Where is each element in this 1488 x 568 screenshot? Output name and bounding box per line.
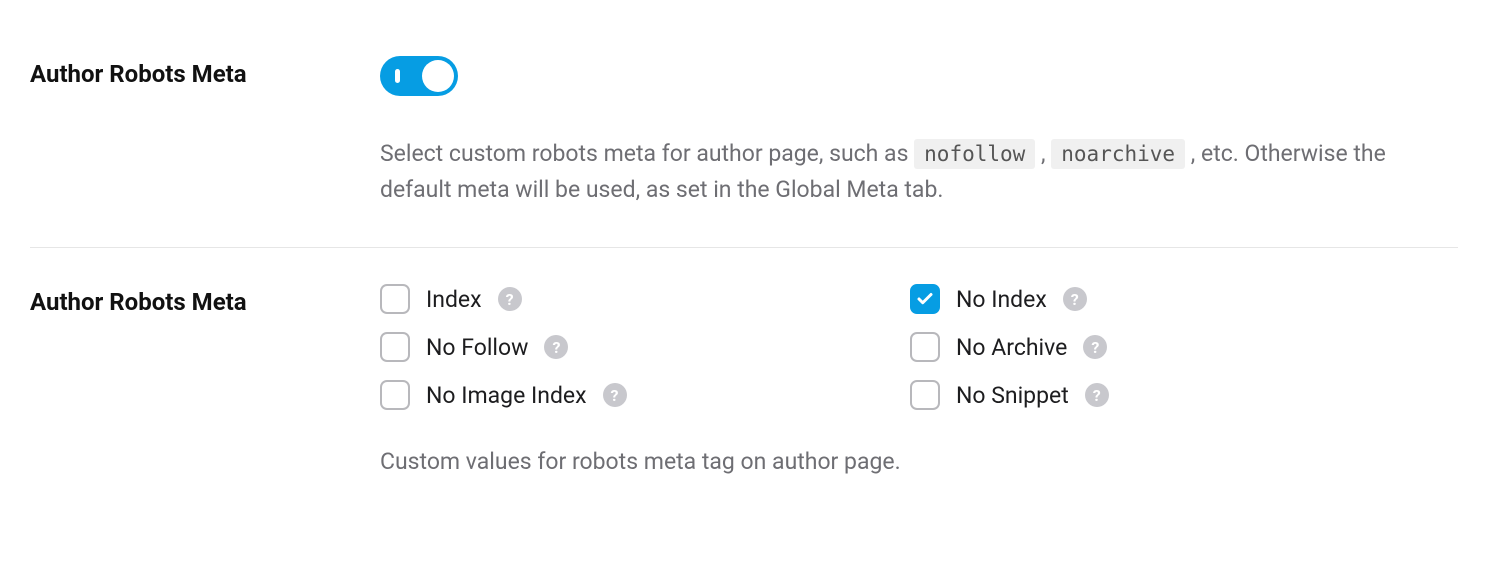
checkbox-label: No Image Index — [426, 382, 587, 409]
help-icon[interactable]: ? — [603, 383, 627, 407]
section-label-col: Author Robots Meta — [30, 56, 380, 88]
checkbox-grid: Index ? No Index ? No Follow ? — [380, 284, 1418, 410]
checkbox-label: No Snippet — [956, 382, 1069, 409]
section-content: Select custom robots meta for author pag… — [380, 56, 1458, 207]
check-icon — [916, 290, 934, 308]
code-noarchive: noarchive — [1051, 139, 1185, 169]
checkbox-label: No Follow — [426, 334, 528, 361]
checkbox-label: No Index — [956, 286, 1047, 313]
section-label-col: Author Robots Meta — [30, 284, 380, 316]
checkbox-box — [380, 284, 410, 314]
checkbox-item-no-snippet[interactable]: No Snippet ? — [910, 380, 1418, 410]
code-nofollow: nofollow — [914, 139, 1035, 169]
author-robots-meta-toggle-row: Author Robots Meta Select custom robots … — [30, 40, 1458, 247]
author-robots-meta-options-row: Author Robots Meta Index ? No Index ? — [30, 247, 1458, 515]
help-icon[interactable]: ? — [1063, 287, 1087, 311]
help-icon[interactable]: ? — [498, 287, 522, 311]
checkbox-box — [910, 284, 940, 314]
section-content: Index ? No Index ? No Follow ? — [380, 284, 1458, 475]
checkbox-item-index[interactable]: Index ? — [380, 284, 910, 314]
checkbox-box — [910, 332, 940, 362]
checkbox-box — [380, 380, 410, 410]
checkbox-box — [910, 380, 940, 410]
toggle-on-indicator — [395, 69, 400, 83]
author-robots-meta-toggle[interactable] — [380, 56, 458, 96]
toggle-knob — [422, 60, 454, 92]
checkbox-box — [380, 332, 410, 362]
checkbox-label: No Archive — [956, 334, 1067, 361]
section-label: Author Robots Meta — [30, 288, 380, 316]
checkbox-item-no-index[interactable]: No Index ? — [910, 284, 1418, 314]
help-icon[interactable]: ? — [1085, 383, 1109, 407]
checkbox-item-no-follow[interactable]: No Follow ? — [380, 332, 910, 362]
options-description: Custom values for robots meta tag on aut… — [380, 448, 1418, 475]
section-label: Author Robots Meta — [30, 60, 380, 88]
checkbox-item-no-image-index[interactable]: No Image Index ? — [380, 380, 910, 410]
help-icon[interactable]: ? — [1083, 335, 1107, 359]
checkbox-label: Index — [426, 286, 482, 313]
checkbox-item-no-archive[interactable]: No Archive ? — [910, 332, 1418, 362]
help-icon[interactable]: ? — [544, 335, 568, 359]
desc-sep: , — [1041, 140, 1051, 167]
toggle-description: Select custom robots meta for author pag… — [380, 136, 1418, 207]
desc-text: Select custom robots meta for author pag… — [380, 140, 914, 167]
